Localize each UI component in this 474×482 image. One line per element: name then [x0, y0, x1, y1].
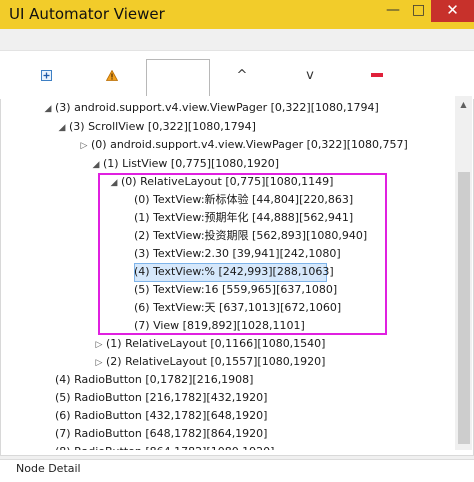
remove-button[interactable] [364, 51, 390, 99]
tree-node-label: (4) TextView:% [242,993][288,1063] [134, 265, 334, 278]
toolbar: ^ v [0, 51, 474, 105]
toggle-naf-button[interactable] [98, 51, 126, 99]
tree-node-label: (3) TextView:2.30 [39,941][242,1080] [134, 247, 341, 260]
tree-node-label: (8) RadioButton [864,1782][1080,1920] [55, 445, 274, 450]
tree-node[interactable]: (8) RadioButton [864,1782][1080,1920] [55, 443, 274, 450]
tree-node-label: (7) View [819,892][1028,1101] [134, 319, 305, 332]
minimize-button[interactable]: — [380, 0, 406, 22]
close-button[interactable]: ✕ [431, 0, 474, 22]
tree-node[interactable]: ▷ (0) android.support.v4.view.ViewPager [… [77, 136, 408, 154]
tree-node[interactable]: (7) RadioButton [648,1782][864,1920] [55, 425, 267, 443]
tree-node-label: (1) RelativeLayout [0,1166][1080,1540] [106, 337, 326, 350]
expand-arrow-icon[interactable]: ▷ [77, 137, 91, 155]
expand-arrow-icon[interactable]: ▷ [92, 336, 106, 354]
tree-node[interactable]: (4) RadioButton [0,1782][216,1908] [55, 371, 253, 389]
tree-node-label: (1) ListView [0,775][1080,1920] [103, 157, 280, 170]
tree-node[interactable]: (0) TextView:新标体验 [44,804][220,863] [134, 191, 353, 209]
tree-node-label: (0) TextView:新标体验 [44,804][220,863] [134, 193, 354, 206]
tree-node[interactable]: (7) View [819,892][1028,1101] [134, 317, 305, 335]
tree-node-label: (4) RadioButton [0,1782][216,1908] [55, 373, 254, 386]
tree-node[interactable]: (5) RadioButton [216,1782][432,1920] [55, 389, 267, 407]
warning-icon [106, 69, 118, 81]
tree-node-label: (0) RelativeLayout [0,775][1080,1149] [121, 175, 334, 188]
tree-node[interactable]: (2) TextView:投资期限 [562,893][1080,940] [134, 227, 367, 245]
tree-node[interactable]: (5) TextView:16 [559,965][637,1080] [134, 281, 337, 299]
minus-icon [371, 73, 383, 77]
tree-node-label: (0) android.support.v4.view.ViewPager [0… [91, 138, 408, 151]
tree-node-label: (7) RadioButton [648,1782][864,1920] [55, 427, 268, 440]
tree-node[interactable]: ▷ (1) RelativeLayout [0,1166][1080,1540] [92, 335, 326, 354]
expand-arrow-icon[interactable]: ▷ [92, 354, 106, 372]
plus-box-icon [40, 69, 52, 81]
window-title: UI Automator Viewer [9, 5, 165, 23]
collapse-arrow-icon[interactable]: ◢ [55, 119, 69, 137]
tree-node-label: (5) TextView:16 [559,965][637,1080] [134, 283, 338, 296]
previous-node-button[interactable]: ^ [229, 51, 255, 99]
collapse-arrow-icon[interactable]: ◢ [107, 174, 121, 192]
tree-node-label: (6) RadioButton [432,1782][648,1920] [55, 409, 268, 422]
expand-all-button[interactable] [32, 51, 60, 99]
tree-node[interactable]: (3) TextView:2.30 [39,941][242,1080] [134, 245, 341, 263]
collapse-arrow-icon[interactable]: ◢ [41, 100, 55, 118]
collapse-arrow-icon[interactable]: ◢ [89, 156, 103, 174]
tree-node[interactable]: (6) RadioButton [432,1782][648,1920] [55, 407, 267, 425]
scrollbar-thumb[interactable] [458, 172, 470, 444]
node-detail-title: Node Detail [16, 462, 81, 475]
tree-node[interactable]: ◢ (0) RelativeLayout [0,775][1080,1149] [107, 173, 334, 192]
tree-node-label: (2) RelativeLayout [0,1557][1080,1920] [106, 355, 326, 368]
screenshot-sash[interactable] [0, 29, 474, 51]
tree-node-label: (3) android.support.v4.view.ViewPager [0… [55, 101, 379, 114]
tree-node-label: (2) TextView:投资期限 [562,893][1080,940] [134, 229, 368, 242]
tree-node-label: (5) RadioButton [216,1782][432,1920] [55, 391, 268, 404]
tree-node[interactable]: ◢ (3) android.support.v4.view.ViewPager [… [41, 99, 379, 117]
tree-node[interactable]: (1) TextView:预期年化 [44,888][562,941] [134, 209, 353, 227]
maximize-button[interactable]: □ [406, 0, 431, 22]
hierarchy-tree[interactable]: ◢ (3) android.support.v4.view.ViewPager [… [3, 96, 455, 450]
next-node-button[interactable]: v [297, 51, 323, 99]
tree-node[interactable]: (6) TextView:天 [637,1013][672,1060] [134, 299, 341, 317]
tree-node-label: (6) TextView:天 [637,1013][672,1060] [134, 301, 342, 314]
tree-node[interactable]: (4) TextView:% [242,993][288,1063] [134, 263, 334, 281]
tree-node[interactable]: ▷ (2) RelativeLayout [0,1557][1080,1920] [92, 353, 326, 372]
tree-node[interactable]: ◢ (3) ScrollView [0,322][1080,1794] [55, 118, 256, 136]
tree-node[interactable]: ◢ (1) ListView [0,775][1080,1920] [89, 155, 280, 174]
tree-node-label: (1) TextView:预期年化 [44,888][562,941] [134, 211, 354, 224]
tree-node-label: (3) ScrollView [0,322][1080,1794] [69, 120, 256, 133]
scroll-up-arrow[interactable]: ▲ [455, 96, 472, 113]
